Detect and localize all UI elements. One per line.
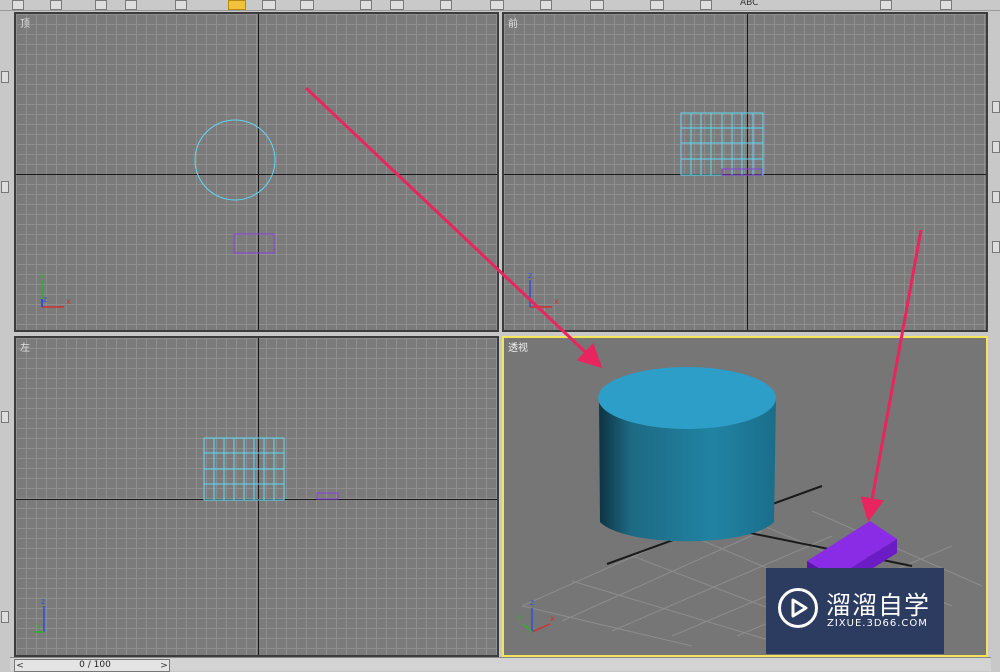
box-top-view[interactable] — [233, 233, 275, 254]
toolbar-button[interactable] — [540, 0, 552, 10]
toolbar-button[interactable] — [175, 0, 187, 10]
toolbar-button[interactable] — [360, 0, 372, 10]
watermark-logo: 溜溜自学 ZIXUE.3D66.COM — [766, 568, 944, 654]
cylinder-top-cap[interactable] — [598, 367, 776, 429]
toolbar-button[interactable] — [262, 0, 276, 10]
toolbar-button[interactable] — [300, 0, 314, 10]
left-command-strip — [0, 11, 10, 657]
toolbar-button[interactable] — [490, 0, 504, 10]
gizmo-x-label: x — [66, 297, 71, 306]
strip-button[interactable] — [992, 101, 1000, 113]
right-command-strip — [991, 11, 1000, 657]
time-slider[interactable]: < 0 / 100 > — [14, 659, 170, 672]
toolbar-button[interactable] — [440, 0, 452, 10]
time-next-button[interactable]: > — [159, 661, 169, 672]
toolbar-button[interactable] — [390, 0, 404, 10]
gizmo-z-label: z — [528, 271, 533, 280]
frame-counter: 0 / 100 — [79, 660, 111, 670]
toolbar-button[interactable] — [95, 0, 107, 10]
gizmo-z-label: z — [530, 598, 535, 607]
viewport-left-objects — [34, 437, 339, 633]
time-prev-button[interactable]: < — [15, 661, 25, 672]
viewport-top[interactable]: 顶 x y z — [14, 12, 499, 332]
watermark-url: ZIXUE.3D66.COM — [827, 618, 928, 629]
abc-label[interactable]: ABC — [740, 0, 758, 8]
toolbar-button[interactable] — [125, 0, 137, 10]
viewport-top-objects — [41, 119, 276, 308]
toolbar-button[interactable] — [940, 0, 952, 10]
gizmo-x-label: x — [550, 614, 555, 623]
toolbar-button[interactable] — [12, 0, 24, 10]
toolbar-button[interactable] — [590, 0, 604, 10]
toolbar-button[interactable] — [650, 0, 664, 10]
axis-gizmo — [529, 280, 552, 308]
strip-button[interactable] — [992, 141, 1000, 153]
box-left-view[interactable] — [316, 492, 339, 500]
gizmo-y-label: y — [517, 613, 522, 622]
strip-button[interactable] — [992, 241, 1000, 253]
play-logo-icon — [778, 588, 818, 628]
cylinder-front-wireframe[interactable] — [680, 112, 764, 176]
cylinder-top-view[interactable] — [194, 119, 276, 201]
strip-button[interactable] — [1, 611, 9, 623]
toolbar-button[interactable] — [880, 0, 892, 10]
watermark-name: 溜溜自学 — [826, 591, 931, 620]
strip-button[interactable] — [1, 411, 9, 423]
strip-button[interactable] — [1, 181, 9, 193]
viewport-front[interactable]: 前 x z — [502, 12, 988, 332]
main-toolbar: ABC — [0, 0, 1000, 11]
time-slider-bar: < 0 / 100 > — [10, 657, 991, 672]
gizmo-z-label: z — [43, 295, 48, 304]
toolbar-button[interactable] — [700, 0, 712, 10]
viewport-front-objects — [529, 112, 764, 308]
select-tool-button[interactable] — [228, 0, 246, 10]
gizmo-z-label: z — [41, 597, 46, 606]
toolbar-button[interactable] — [50, 0, 62, 10]
strip-button[interactable] — [1, 71, 9, 83]
gizmo-y-label: y — [36, 621, 41, 630]
strip-button[interactable] — [992, 191, 1000, 203]
gizmo-y-label: y — [40, 271, 45, 280]
cylinder-left-wireframe[interactable] — [203, 437, 285, 501]
viewport-left[interactable]: 左 z y — [14, 336, 499, 657]
gizmo-x-label: x — [554, 297, 559, 306]
